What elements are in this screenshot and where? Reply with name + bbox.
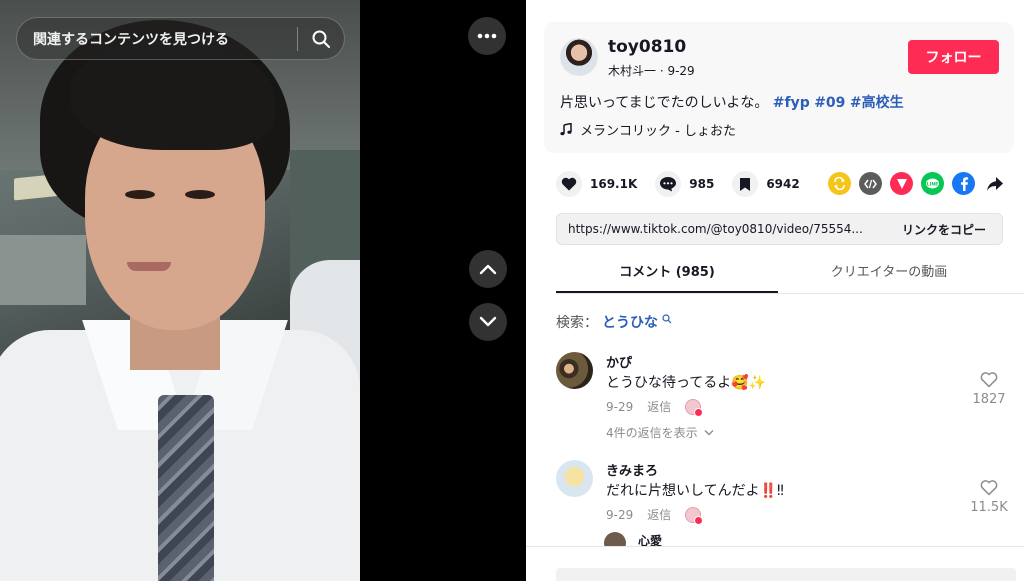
comment-date: 9-29 — [606, 399, 634, 414]
comment-input-divider — [526, 546, 1024, 547]
music-title[interactable]: メランコリック - しょおた — [580, 120, 736, 139]
heart-outline-icon — [980, 480, 998, 496]
comment-item: きみまろ だれに片想いしてんだよ‼️‼ 9-29 返信 11.5K — [556, 460, 1016, 535]
share-arrow-icon[interactable] — [983, 172, 1006, 195]
side-panel: toy0810 木村斗一 · 9-29 フォロー 片思いってまじでたのしいよな。… — [526, 0, 1024, 581]
more-options-button[interactable] — [468, 17, 506, 55]
hashtag-highschool[interactable]: #高校生 — [850, 95, 904, 111]
comment-date: 9-29 — [606, 507, 634, 522]
svg-text:LINE: LINE — [927, 181, 939, 187]
heart-outline-icon — [980, 372, 998, 388]
music-row[interactable]: メランコリック - しょおた — [560, 120, 736, 139]
previous-video-button[interactable] — [469, 250, 507, 288]
search-button[interactable] — [298, 17, 344, 60]
reply-username[interactable]: 心愛 — [638, 532, 662, 546]
author-nickname-date: 木村斗一 · 9-29 — [608, 64, 695, 78]
more-dots-icon — [477, 33, 497, 39]
chevron-down-icon — [704, 430, 714, 436]
mouth — [127, 262, 171, 271]
chevron-up-icon — [479, 264, 497, 275]
reply-button[interactable]: 返信 — [647, 398, 671, 415]
comment-like-button[interactable]: 1827 — [962, 372, 1016, 407]
tab-comments[interactable]: コメント (985) — [556, 254, 778, 293]
view-replies-label: 4件の返信を表示 — [606, 426, 698, 440]
comment-text: とうひな待ってるよ🥰✨ — [606, 375, 767, 391]
comment-item: かぴ とうひな待ってるよ🥰✨ 9-29 返信 4件の返信を表示 1827 — [556, 352, 1016, 442]
comment-like-count: 1827 — [972, 392, 1006, 407]
comment-bubble-icon — [655, 171, 682, 197]
like-action[interactable]: 169.1K — [556, 171, 637, 197]
copy-link-button[interactable]: リンクをコピー — [892, 221, 1002, 238]
comment-input[interactable] — [556, 568, 1016, 581]
reply-avatar[interactable] — [604, 532, 626, 546]
search-suggestion-query[interactable]: とうひな — [602, 312, 658, 332]
facebook-icon[interactable] — [952, 172, 975, 195]
chevron-down-icon — [479, 316, 497, 327]
striped-tie — [158, 395, 214, 581]
heart-icon — [556, 171, 582, 197]
search-icon — [312, 30, 330, 48]
search-prefix: 検索： — [556, 315, 598, 331]
comment-like-count: 11.5K — [970, 500, 1008, 515]
comment-count: 985 — [689, 177, 715, 191]
follow-button[interactable]: フォロー — [908, 40, 999, 74]
author-avatar[interactable] — [560, 38, 598, 76]
creator-liked-avatar — [685, 506, 704, 525]
save-count: 6942 — [766, 177, 800, 191]
video-caption: 片思いってまじでたのしいよな。 #fyp #09 #高校生 — [560, 92, 904, 112]
next-video-button[interactable] — [469, 303, 507, 341]
creator-liked-avatar — [685, 398, 704, 417]
send-icon[interactable] — [890, 172, 913, 195]
comment-like-button[interactable]: 11.5K — [962, 480, 1016, 515]
video-player[interactable]: 関連するコンテンツを見つける — [0, 0, 360, 581]
tiktok-video-page: 関連するコンテンツを見つける toy0810 木村斗一 · 9-29 フォロー … — [0, 0, 1024, 581]
caption-text: 片思いってまじでたのしいよな。 — [560, 95, 769, 111]
hashtag-09[interactable]: #09 — [814, 95, 845, 111]
commenter-avatar[interactable] — [556, 460, 593, 497]
comment-search-suggestion: 検索： とうひな — [556, 312, 672, 332]
comment-action[interactable]: 985 — [655, 171, 714, 197]
left-eye — [125, 190, 155, 199]
small-search-icon — [662, 314, 672, 324]
commenter-username[interactable]: かぴ — [606, 352, 632, 371]
right-eye — [185, 190, 215, 199]
action-bar: 169.1K 985 6942 — [556, 170, 818, 198]
comment-meta: 9-29 返信 — [606, 506, 704, 525]
video-url[interactable]: https://www.tiktok.com/@toy0810/video/75… — [557, 222, 892, 236]
music-note-icon — [560, 123, 572, 136]
reply-button[interactable]: 返信 — [647, 506, 671, 523]
classroom-board — [0, 235, 86, 305]
hashtag-fyp[interactable]: #fyp — [773, 95, 810, 111]
embed-icon[interactable] — [859, 172, 882, 195]
view-replies-button[interactable]: 4件の返信を表示 — [606, 424, 714, 441]
comment-text: だれに片想いしてんだよ‼️‼ — [606, 483, 784, 499]
related-search-bar[interactable]: 関連するコンテンツを見つける — [16, 17, 345, 60]
like-count: 169.1K — [590, 177, 638, 191]
video-stage: 関連するコンテンツを見つける — [0, 0, 526, 581]
repost-icon[interactable] — [828, 172, 851, 195]
reply-preview: 心愛 — [604, 532, 804, 546]
author-card: toy0810 木村斗一 · 9-29 フォロー 片思いってまじでたのしいよな。… — [544, 22, 1014, 153]
panel-tabs: コメント (985) クリエイターの動画 — [556, 254, 1024, 294]
search-input[interactable]: 関連するコンテンツを見つける — [17, 29, 297, 49]
bookmark-icon — [732, 171, 759, 197]
video-link-box: https://www.tiktok.com/@toy0810/video/75… — [556, 213, 1003, 245]
share-row: LINE — [828, 172, 1006, 195]
save-action[interactable]: 6942 — [732, 171, 800, 197]
author-username[interactable]: toy0810 — [608, 37, 686, 57]
commenter-username[interactable]: きみまろ — [606, 460, 658, 479]
tab-creator-videos[interactable]: クリエイターの動画 — [778, 254, 1000, 293]
commenter-avatar[interactable] — [556, 352, 593, 389]
comment-meta: 9-29 返信 — [606, 398, 704, 417]
line-icon[interactable]: LINE — [921, 172, 944, 195]
